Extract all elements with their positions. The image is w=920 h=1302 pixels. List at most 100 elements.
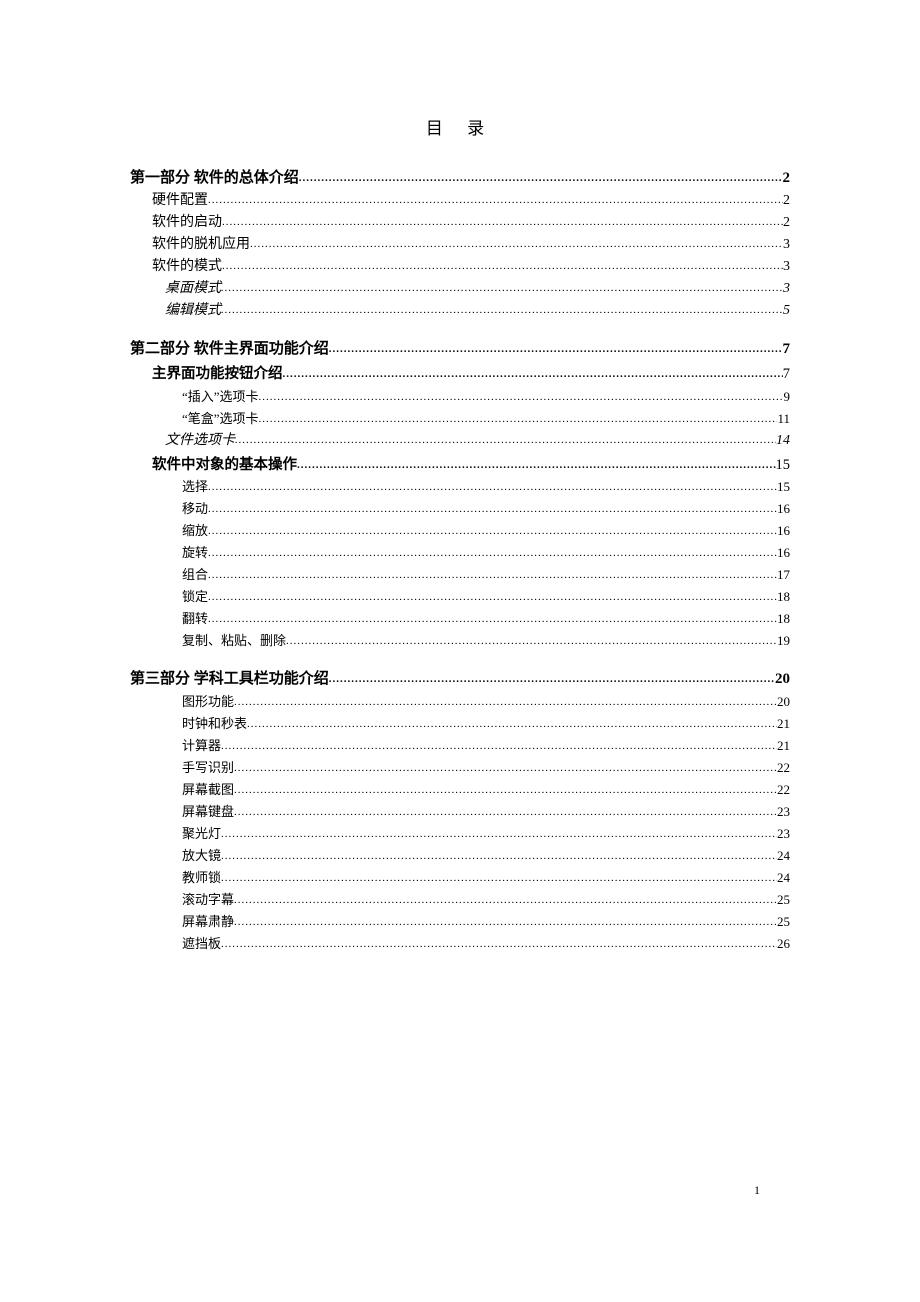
toc-entry-label: 时钟和秒表 bbox=[182, 717, 247, 730]
toc-entry-label: 翻转 bbox=[182, 612, 208, 625]
toc-dots: ........................................… bbox=[247, 719, 777, 730]
toc-dots: ........................................… bbox=[208, 482, 777, 493]
toc-entry: 滚动字幕....................................… bbox=[130, 889, 790, 911]
toc-entry-label: 放大镜 bbox=[182, 849, 221, 862]
toc-entry-page: 24 bbox=[777, 849, 790, 862]
toc-entry-page: 25 bbox=[777, 893, 790, 906]
toc-dots: ........................................… bbox=[259, 414, 778, 425]
toc-entry: 软件的脱机应用.................................… bbox=[130, 234, 790, 256]
toc-dots: ........................................… bbox=[208, 570, 777, 581]
toc-dots: ........................................… bbox=[208, 526, 777, 537]
toc-entry-label: 移动 bbox=[182, 502, 208, 515]
toc-entry: 桌面模式....................................… bbox=[130, 278, 790, 300]
toc-entry-page: 18 bbox=[777, 612, 790, 625]
toc-entry-label: 屏幕截图 bbox=[182, 783, 234, 796]
toc-entry-label: 选择 bbox=[182, 480, 208, 493]
toc-entry: 硬件配置....................................… bbox=[130, 190, 790, 212]
toc-entry-page: 21 bbox=[777, 717, 790, 730]
toc-dots: ........................................… bbox=[208, 195, 783, 206]
toc-dots: ........................................… bbox=[208, 592, 777, 603]
toc-entry: “插入”选项卡.................................… bbox=[130, 386, 790, 408]
toc-dots: ........................................… bbox=[221, 939, 777, 950]
toc-dots: ........................................… bbox=[221, 305, 783, 316]
toc-entry-page: 14 bbox=[776, 434, 790, 448]
toc-entry-page: 25 bbox=[777, 915, 790, 928]
toc-dots: ........................................… bbox=[234, 697, 777, 708]
toc-dots: ........................................… bbox=[286, 636, 777, 647]
toc-entry-page: 11 bbox=[777, 412, 790, 425]
part-gap bbox=[130, 322, 790, 334]
toc-entry-label: 硬件配置 bbox=[152, 194, 208, 208]
toc-entry: 移动......................................… bbox=[130, 498, 790, 520]
toc-entry: 屏幕肃静....................................… bbox=[130, 911, 790, 933]
toc-entry: 文件选项卡...................................… bbox=[130, 430, 790, 452]
toc-dots: ........................................… bbox=[234, 763, 777, 774]
toc-entry: 图形功能....................................… bbox=[130, 691, 790, 713]
toc-dots: ........................................… bbox=[283, 369, 783, 380]
toc-entry-page: 15 bbox=[777, 480, 790, 493]
toc-entry-page: 22 bbox=[777, 783, 790, 796]
toc-entry: 软件中对象的基本操作..............................… bbox=[130, 452, 790, 477]
toc-entry-page: 20 bbox=[775, 672, 790, 687]
toc-entry-label: 主界面功能按钮介绍 bbox=[152, 367, 283, 382]
toc-entry-page: 20 bbox=[777, 695, 790, 708]
toc-entry: 锁定......................................… bbox=[130, 586, 790, 608]
toc-entry-page: 2 bbox=[783, 171, 791, 186]
toc-entry-page: 9 bbox=[784, 390, 791, 403]
toc-dots: ........................................… bbox=[234, 807, 777, 818]
toc-entry-page: 22 bbox=[777, 761, 790, 774]
toc-entry-page: 3 bbox=[783, 282, 790, 296]
toc-entry: 教师锁.....................................… bbox=[130, 867, 790, 889]
toc-entry-page: 16 bbox=[777, 546, 790, 559]
toc-entry: 软件的启动...................................… bbox=[130, 212, 790, 234]
toc-entry: 屏幕键盘....................................… bbox=[130, 801, 790, 823]
page: 目 录 第一部分 软件的总体介绍........................… bbox=[0, 0, 920, 1302]
toc-dots: ........................................… bbox=[235, 435, 776, 446]
toc-entry: 复制、粘贴、删除................................… bbox=[130, 630, 790, 652]
toc-dots: ........................................… bbox=[259, 392, 784, 403]
toc-entry-page: 23 bbox=[777, 805, 790, 818]
toc-entry-page: 26 bbox=[777, 937, 790, 950]
toc-entry-label: 旋转 bbox=[182, 546, 208, 559]
toc-entry: 第三部分 学科工具栏功能介绍..........................… bbox=[130, 664, 790, 691]
toc-entry-label: 缩放 bbox=[182, 524, 208, 537]
toc-dots: ........................................… bbox=[221, 741, 777, 752]
toc-dots: ........................................… bbox=[297, 460, 776, 471]
toc-title: 目 录 bbox=[130, 114, 790, 139]
toc-entry-label: 屏幕键盘 bbox=[182, 805, 234, 818]
toc-dots: ........................................… bbox=[299, 173, 783, 184]
toc-entry: 旋转......................................… bbox=[130, 542, 790, 564]
toc-entry-label: 软件的启动 bbox=[152, 216, 222, 230]
toc-entry-page: 24 bbox=[777, 871, 790, 884]
toc-entry-page: 2 bbox=[783, 216, 790, 230]
toc-entry-page: 23 bbox=[777, 827, 790, 840]
toc-dots: ........................................… bbox=[222, 261, 783, 272]
toc-entry-page: 16 bbox=[777, 524, 790, 537]
toc-entry-page: 5 bbox=[783, 304, 790, 318]
toc-entry: 编辑模式....................................… bbox=[130, 300, 790, 322]
toc-entry-page: 18 bbox=[777, 590, 790, 603]
toc-entry-label: 第二部分 软件主界面功能介绍 bbox=[130, 342, 329, 357]
toc-dots: ........................................… bbox=[250, 239, 783, 250]
toc-dots: ........................................… bbox=[221, 829, 777, 840]
toc-entry-label: 软件的脱机应用 bbox=[152, 238, 250, 252]
toc-entry-label: 文件选项卡 bbox=[165, 434, 235, 448]
toc-entry: 翻转......................................… bbox=[130, 608, 790, 630]
toc-entry: 手写识别....................................… bbox=[130, 757, 790, 779]
toc-entry: 主界面功能按钮介绍...............................… bbox=[130, 361, 790, 386]
toc-entry: 时钟和秒表...................................… bbox=[130, 713, 790, 735]
toc-entry-page: 3 bbox=[783, 238, 790, 252]
toc-entry-page: 3 bbox=[783, 260, 790, 274]
toc-dots: ........................................… bbox=[234, 785, 777, 796]
toc-entry: 放大镜.....................................… bbox=[130, 845, 790, 867]
toc-entry-page: 19 bbox=[777, 634, 790, 647]
toc-entry-page: 15 bbox=[776, 458, 791, 473]
toc-entry-label: 遮挡板 bbox=[182, 937, 221, 950]
page-number: 1 bbox=[754, 1183, 760, 1198]
toc-dots: ........................................… bbox=[208, 504, 777, 515]
toc-dots: ........................................… bbox=[329, 344, 783, 355]
toc-dots: ........................................… bbox=[234, 917, 777, 928]
toc-entry-label: 滚动字幕 bbox=[182, 893, 234, 906]
toc-entry-label: 图形功能 bbox=[182, 695, 234, 708]
part-gap bbox=[130, 652, 790, 664]
